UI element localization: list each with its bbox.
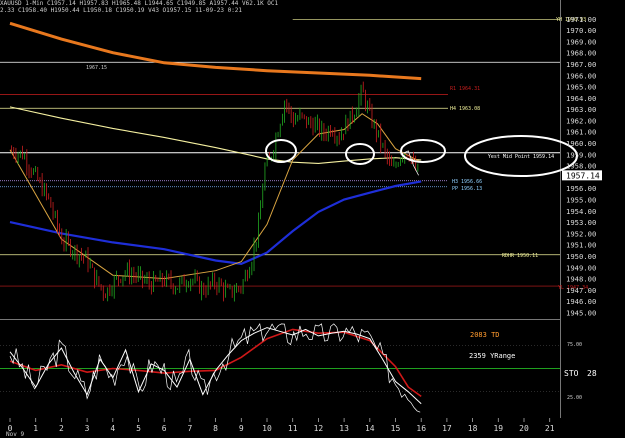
price-tick: 1971.00 — [566, 15, 596, 24]
sto-label: STO — [564, 369, 579, 378]
yrange-label: 2359 YRange — [469, 352, 515, 360]
time-tick: 14 — [365, 424, 375, 433]
osc-tick-25: 25.00 — [567, 395, 582, 401]
price-chart[interactable]: Yest Mid Point 1959.14 YH 1970.93 R1 196… — [0, 0, 625, 438]
price-tick: 1945.00 — [566, 308, 596, 317]
time-tick: 8 — [213, 424, 218, 433]
time-tick: 1 — [33, 424, 38, 433]
price-tick: 1965.00 — [566, 83, 596, 92]
time-tick: 10 — [262, 424, 272, 433]
r1-label: R1 1964.31 — [450, 86, 480, 92]
panel-divider — [0, 319, 560, 320]
h3-label: H3 1956.66 — [452, 179, 482, 185]
chart-header: XAUUSD 1-Min C1957.14 H1957.83 H1965.48 … — [0, 0, 560, 16]
time-tick: 15 — [391, 424, 401, 433]
time-tick: 16 — [416, 424, 426, 433]
price-tick: 1952.00 — [566, 229, 596, 238]
price-tick: 1968.00 — [566, 49, 596, 58]
time-tick: 9 — [239, 424, 244, 433]
time-tick: 20 — [519, 424, 529, 433]
price-tick: 1947.00 — [566, 286, 596, 295]
time-tick: 7 — [187, 424, 192, 433]
time-tick: 3 — [85, 424, 90, 433]
price-tick: 1950.00 — [566, 252, 596, 261]
rdhr-label: RDHR 1950.11 — [502, 253, 538, 259]
time-tick: 6 — [162, 424, 167, 433]
price-tick: 1953.00 — [566, 218, 596, 227]
price-tick: 1954.00 — [566, 207, 596, 216]
price-tick: 1951.00 — [566, 241, 596, 250]
header-line-2: 2.33 C1958.40 H1950.44 L1950.18 C1950.19… — [0, 7, 243, 14]
price-tick: 1961.00 — [566, 128, 596, 137]
axis-divider — [560, 0, 561, 418]
time-tick: 12 — [314, 424, 324, 433]
td-label: 2083 TD — [470, 331, 500, 339]
price-tick: 1960.00 — [566, 139, 596, 148]
price-tick: 1959.00 — [566, 150, 596, 159]
price-tick: 1958.00 — [566, 162, 596, 171]
time-tick: 11 — [288, 424, 298, 433]
h4-label: H4 1963.08 — [450, 106, 480, 112]
mid-point-label: Yest Mid Point 1959.14 — [488, 154, 554, 160]
time-tick: 19 — [493, 424, 503, 433]
price-tick: 1962.00 — [566, 116, 596, 125]
header-line-1: XAUUSD 1-Min C1957.14 H1957.83 H1965.48 … — [0, 0, 279, 7]
time-tick: 13 — [339, 424, 349, 433]
time-tick: 2 — [59, 424, 64, 433]
price-tick: 1946.00 — [566, 297, 596, 306]
sto-value: 28 — [587, 369, 597, 378]
price-tick: 1963.00 — [566, 105, 596, 114]
price-tick: 1955.00 — [566, 196, 596, 205]
price-tick: 1949.00 — [566, 263, 596, 272]
price-tick: 1966.00 — [566, 71, 596, 80]
pp-label: PP 1956.13 — [452, 186, 482, 192]
price-axis: 1971.00 1970.00 1969.00 1968.00 1967.00 1966.… — [562, 15, 602, 317]
time-tick: 21 — [545, 424, 555, 433]
time-tick: 17 — [442, 424, 452, 433]
price-tick: 1948.00 — [566, 275, 596, 284]
osc-tick-75: 75.00 — [567, 342, 582, 348]
price-tick: 1956.00 — [566, 184, 596, 193]
level-annotation: 1967.15 — [86, 65, 107, 71]
price-tick: 1957.14 — [566, 171, 600, 180]
price-tick: 1967.00 — [566, 60, 596, 69]
time-tick: 18 — [468, 424, 478, 433]
date-label: Nov 9 — [6, 431, 24, 438]
time-tick: 5 — [136, 424, 141, 433]
price-tick: 1970.00 — [566, 26, 596, 35]
time-tick: 4 — [110, 424, 115, 433]
price-tick: 1969.00 — [566, 37, 596, 46]
price-tick: 1964.00 — [566, 94, 596, 103]
